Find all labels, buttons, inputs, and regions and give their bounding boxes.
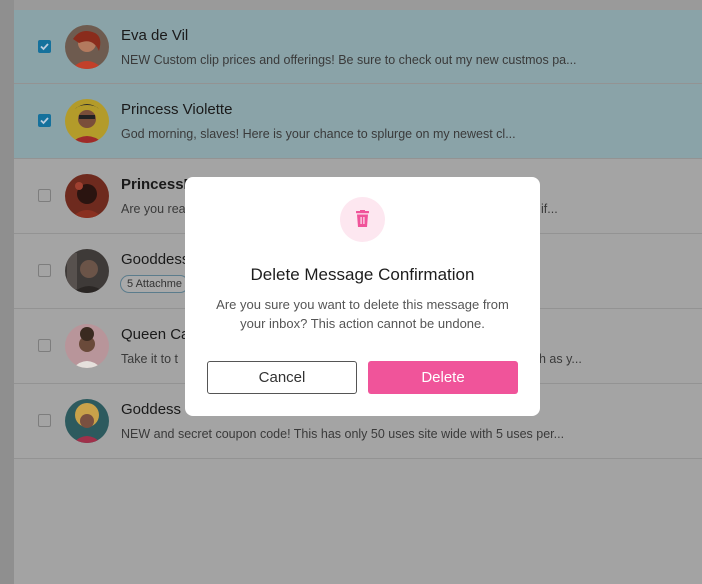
dialog-message: Are you sure you want to delete this mes…: [216, 297, 509, 331]
message-preview: Take it to t: [121, 352, 178, 366]
row-checkbox[interactable]: [38, 414, 51, 427]
avatar: [65, 25, 109, 69]
attachment-badge[interactable]: 5 Attachme: [120, 275, 190, 293]
dialog-title: Delete Message Confirmation: [250, 265, 475, 284]
sender-name: PrincessP: [121, 176, 194, 193]
sender-name: Princess Violette: [121, 101, 233, 118]
avatar: [65, 399, 109, 443]
left-edge: [0, 0, 14, 584]
list-top-bar: [14, 0, 702, 10]
avatar: [65, 249, 109, 293]
delete-confirmation-dialog: Delete Message Confirmation Are you sure…: [185, 177, 540, 416]
sender-name: Goddess: [121, 401, 182, 418]
sender-name: Gooddess: [121, 251, 190, 268]
row-checkbox[interactable]: [38, 189, 51, 202]
message-preview-tail: if...: [541, 202, 558, 216]
message-preview-tail: h as y...: [539, 352, 582, 366]
list-item[interactable]: Princess Violette God morning, slaves! H…: [14, 84, 702, 159]
avatar: [65, 99, 109, 143]
trash-icon: [340, 197, 385, 242]
avatar: [65, 174, 109, 218]
row-checkbox[interactable]: [38, 40, 51, 53]
message-preview: Are you rea: [121, 202, 186, 216]
delete-button[interactable]: Delete: [368, 361, 518, 394]
message-preview: God morning, slaves! Here is your chance…: [121, 127, 516, 141]
list-item[interactable]: Eva de Vil NEW Custom clip prices and of…: [14, 10, 702, 84]
avatar: [65, 324, 109, 368]
row-checkbox[interactable]: [38, 264, 51, 277]
message-preview: NEW and secret coupon code! This has onl…: [121, 427, 565, 441]
message-preview: NEW Custom clip prices and offerings! Be…: [121, 53, 577, 67]
row-checkbox[interactable]: [38, 114, 51, 127]
sender-name: Queen Ca: [121, 326, 190, 343]
cancel-button[interactable]: Cancel: [207, 361, 357, 394]
row-checkbox[interactable]: [38, 339, 51, 352]
sender-name: Eva de Vil: [121, 27, 189, 44]
